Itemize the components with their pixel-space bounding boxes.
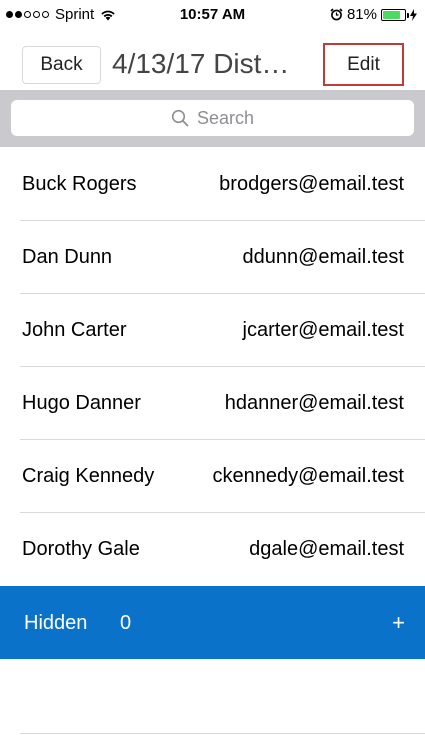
status-bar: Sprint 10:57 AM 81% [0,0,425,30]
contact-email: brodgers@email.test [219,173,404,195]
contact-name: John Carter [22,319,127,341]
search-placeholder: Search [196,107,255,128]
charging-bolt-icon [410,8,417,21]
hidden-label: Hidden [24,612,88,634]
bottom-divider [20,733,425,734]
search-icon [171,109,189,127]
contact-email: ckennedy@email.test [212,465,404,487]
page-title: 4/13/17 Dist… [112,48,290,79]
edit-button[interactable]: Edit [323,43,404,86]
list-item[interactable]: Dan Dunn ddunn@email.test [0,221,425,294]
back-button[interactable]: Back [22,46,101,84]
contact-email: hdanner@email.test [224,392,404,414]
contact-name: Buck Rogers [22,173,137,195]
contact-email: jcarter@email.test [242,319,404,341]
search-input[interactable]: Search [11,100,414,136]
hidden-count: 0 [120,612,132,634]
contact-name: Dorothy Gale [22,538,140,560]
list-item[interactable]: Craig Kennedy ckennedy@email.test [0,440,425,513]
list-item[interactable]: John Carter jcarter@email.test [0,294,425,367]
battery-percent: 81% [346,6,377,23]
battery-icon [381,8,409,21]
contact-name: Hugo Danner [22,392,141,414]
contact-name: Dan Dunn [22,246,113,268]
navigation-bar: Back 4/13/17 Dist… Edit [0,30,425,90]
contact-name: Craig Kennedy [22,465,155,487]
list-item[interactable]: Hugo Danner hdanner@email.test [0,367,425,440]
contact-list: Buck Rogers brodgers@email.test Dan Dunn… [0,148,425,586]
add-hidden-button[interactable]: + [392,610,405,636]
contact-email: dgale@email.test [249,538,404,560]
alarm-icon [330,8,343,21]
list-item[interactable]: Buck Rogers brodgers@email.test [0,148,425,221]
search-bar: Search [0,90,425,147]
hidden-section-bar[interactable]: Hidden 0 + [0,586,425,659]
contact-email: ddunn@email.test [242,246,404,268]
battery-area: 81% [330,6,417,23]
list-item[interactable]: Dorothy Gale dgale@email.test [0,513,425,586]
